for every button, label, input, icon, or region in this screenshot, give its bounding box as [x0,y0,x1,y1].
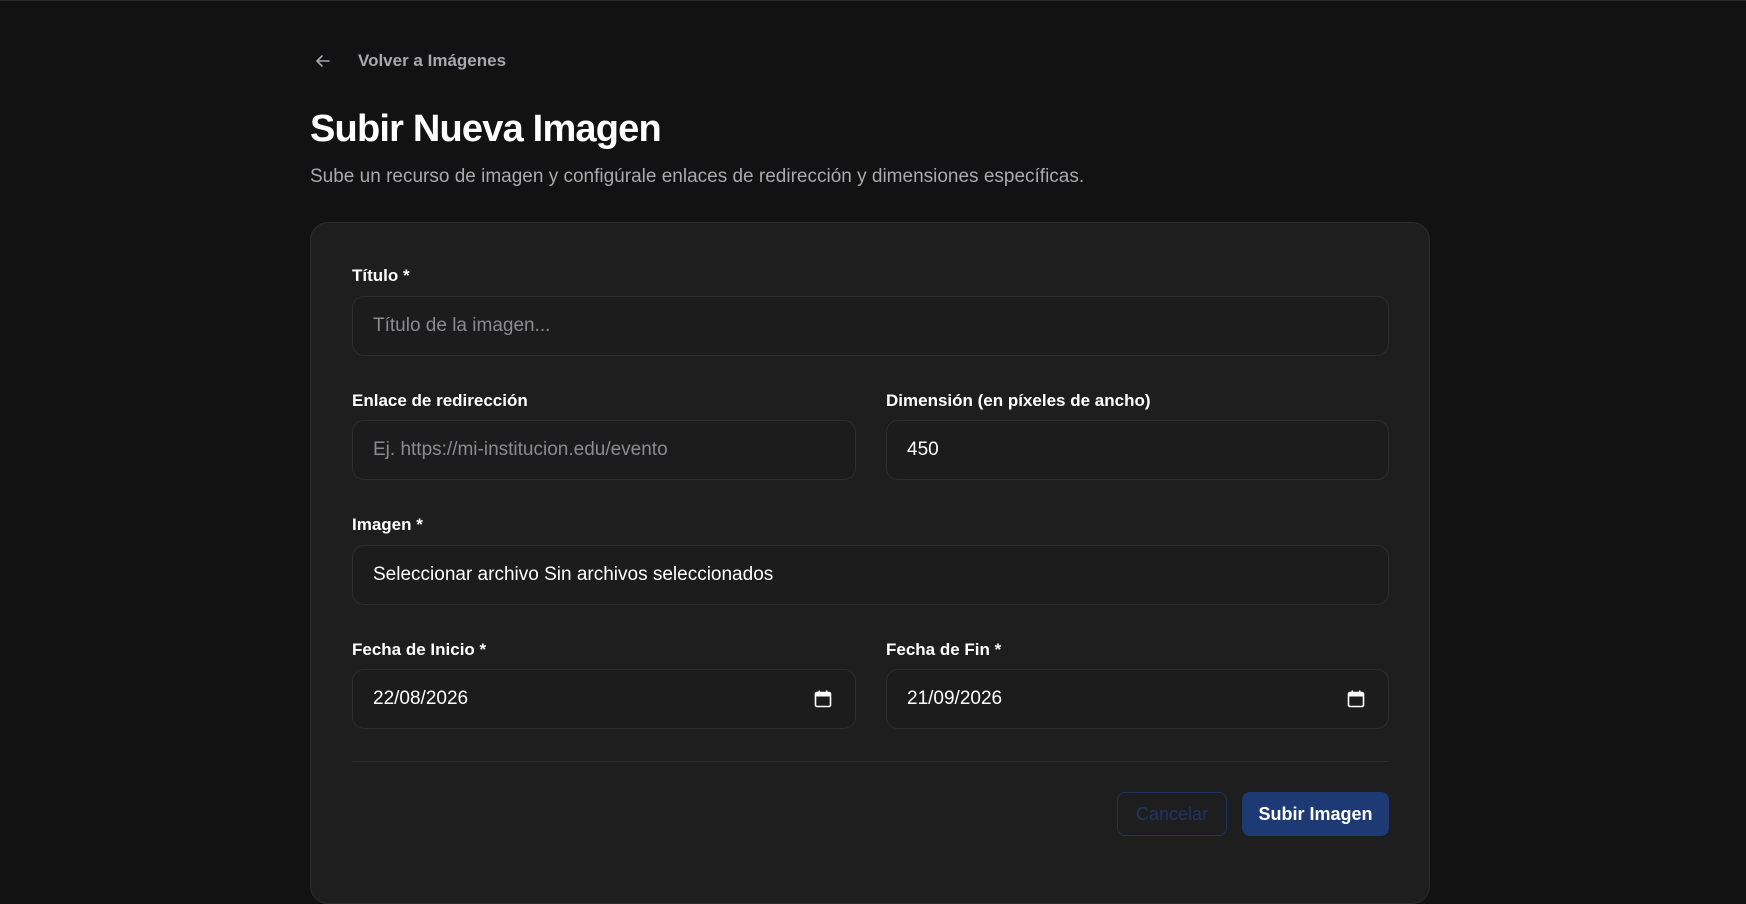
arrow-left-icon [312,50,334,72]
page-title: Subir Nueva Imagen [310,108,662,150]
dimension-label: Dimensión (en píxeles de ancho) [886,391,1151,410]
calendar-icon[interactable] [813,689,833,709]
redirect-link-label: Enlace de redirección [352,391,528,410]
image-label: Imagen * [352,515,423,534]
image-file-status: Seleccionar archivo Sin archivos selecci… [373,564,774,585]
end-date-label: Fecha de Fin * [886,640,1002,659]
redirect-link-placeholder: Ej. https://mi-institucion.edu/evento [373,439,668,460]
top-border [0,0,1746,1]
start-date-input[interactable]: 22/08/2026 [352,669,856,729]
title-input[interactable]: Título de la imagen... [352,296,1389,356]
calendar-icon[interactable] [1346,689,1366,709]
back-link[interactable]: Volver a Imágenes [310,50,506,72]
dimension-input[interactable]: 450 [886,420,1389,480]
title-input-placeholder: Título de la imagen... [373,315,551,336]
submit-image-button[interactable]: Subir Imagen [1242,792,1389,836]
title-label: Título * [352,266,410,285]
back-link-label: Volver a Imágenes [358,51,507,70]
upload-form-card: Título * Título de la imagen... Enlace d… [310,222,1430,904]
form-divider [352,761,1388,762]
page-subtitle: Sube un recurso de imagen y configúrale … [310,166,1085,187]
image-file-input[interactable]: Seleccionar archivo Sin archivos selecci… [352,545,1389,605]
start-date-value: 22/08/2026 [373,688,469,709]
redirect-link-input[interactable]: Ej. https://mi-institucion.edu/evento [352,420,856,480]
cancel-button[interactable]: Cancelar [1117,792,1227,836]
dimension-value: 450 [907,439,939,460]
end-date-value: 21/09/2026 [907,688,1003,709]
start-date-label: Fecha de Inicio * [352,640,487,659]
end-date-input[interactable]: 21/09/2026 [886,669,1389,729]
